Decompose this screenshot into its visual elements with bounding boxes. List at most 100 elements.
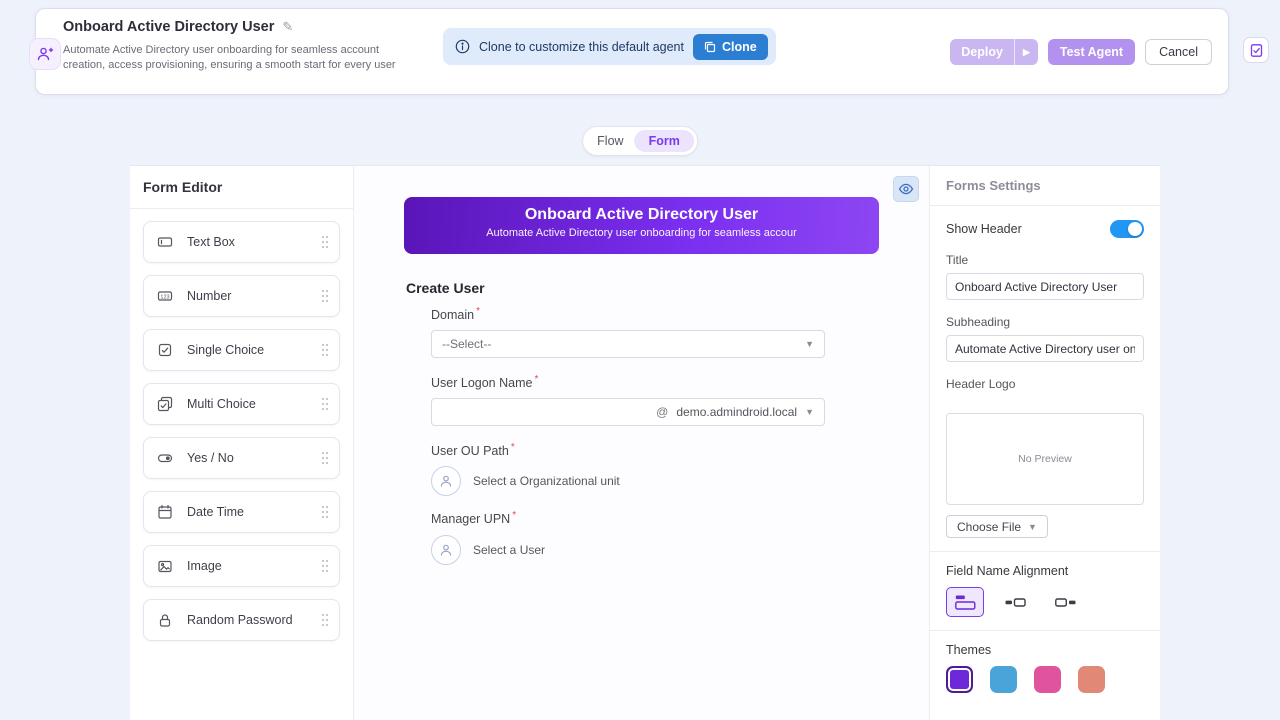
form-fields: Domain* --Select-- ▼ User Logon Name* @ … bbox=[431, 306, 825, 579]
field-item-multi-choice[interactable]: Multi Choice bbox=[143, 383, 340, 425]
drag-handle-icon[interactable] bbox=[321, 289, 329, 303]
field-item-text-box[interactable]: Text Box bbox=[143, 221, 340, 263]
manager-picker[interactable]: Select a User bbox=[431, 535, 825, 565]
no-preview-text: No Preview bbox=[1018, 453, 1072, 465]
number-icon: 123 bbox=[157, 288, 173, 304]
logo-preview-box: No Preview bbox=[946, 413, 1144, 505]
agent-header-card: Onboard Active Directory User ✎ Automate… bbox=[35, 8, 1229, 95]
image-icon bbox=[157, 558, 173, 574]
field-item-label: Multi Choice bbox=[187, 397, 321, 411]
choose-file-button[interactable]: Choose File ▼ bbox=[946, 515, 1048, 538]
required-asterisk: * bbox=[512, 510, 516, 521]
agent-title: Onboard Active Directory User bbox=[63, 19, 274, 35]
deploy-button[interactable]: Deploy ▶ bbox=[950, 39, 1038, 65]
form-editor-title: Form Editor bbox=[130, 166, 353, 209]
drag-handle-icon[interactable] bbox=[321, 235, 329, 249]
drag-handle-icon[interactable] bbox=[321, 505, 329, 519]
clone-banner-text: Clone to customize this default agent bbox=[479, 40, 684, 54]
drag-handle-icon[interactable] bbox=[321, 343, 329, 357]
yes-no-toggle-icon bbox=[157, 450, 173, 466]
field-item-label: Text Box bbox=[187, 235, 321, 249]
field-item-single-choice[interactable]: Single Choice bbox=[143, 329, 340, 371]
deploy-dropdown-arrow-icon[interactable]: ▶ bbox=[1015, 47, 1038, 58]
view-tabs: Flow Form bbox=[582, 126, 698, 156]
user-add-icon bbox=[36, 45, 54, 63]
lock-icon bbox=[157, 612, 173, 628]
field-item-label: Single Choice bbox=[187, 343, 321, 357]
chevron-down-icon: ▼ bbox=[805, 407, 814, 417]
drag-handle-icon[interactable] bbox=[321, 613, 329, 627]
divider bbox=[930, 551, 1160, 552]
required-asterisk: * bbox=[476, 306, 480, 317]
drag-handle-icon[interactable] bbox=[321, 397, 329, 411]
theme-swatch-pink[interactable] bbox=[1034, 666, 1061, 693]
test-agent-button[interactable]: Test Agent bbox=[1048, 39, 1135, 65]
tab-form[interactable]: Form bbox=[635, 130, 694, 152]
clone-banner: Clone to customize this default agent Cl… bbox=[443, 28, 776, 65]
required-asterisk: * bbox=[511, 442, 515, 453]
drag-handle-icon[interactable] bbox=[321, 559, 329, 573]
divider bbox=[930, 630, 1160, 631]
cancel-button[interactable]: Cancel bbox=[1145, 39, 1212, 65]
domain-select[interactable]: --Select-- ▼ bbox=[431, 330, 825, 358]
tab-flow[interactable]: Flow bbox=[586, 130, 634, 152]
themes-label: Themes bbox=[946, 643, 1144, 657]
field-item-random-password[interactable]: Random Password bbox=[143, 599, 340, 641]
align-right-button[interactable] bbox=[1046, 587, 1084, 617]
ou-picker-placeholder: Select a Organizational unit bbox=[473, 474, 620, 488]
logon-name-label: User Logon Name* bbox=[431, 374, 825, 390]
agent-description: Automate Active Directory user onboardin… bbox=[63, 43, 397, 73]
field-alignment-options bbox=[946, 587, 1144, 617]
subheading-label: Subheading bbox=[946, 315, 1144, 329]
domain-label: Domain* bbox=[431, 306, 825, 322]
clone-button[interactable]: Clone bbox=[693, 34, 768, 60]
theme-swatch-purple[interactable] bbox=[946, 666, 973, 693]
field-item-yes-no[interactable]: Yes / No bbox=[143, 437, 340, 479]
forms-settings-panel: Forms Settings Show Header Title Subhead… bbox=[930, 166, 1160, 720]
form-editor-list: Text Box 123 Number Single Choice Multi … bbox=[130, 209, 353, 665]
align-left-button[interactable] bbox=[996, 587, 1034, 617]
field-item-date-time[interactable]: Date Time bbox=[143, 491, 340, 533]
align-top-button[interactable] bbox=[946, 587, 984, 617]
align-top-icon bbox=[955, 595, 976, 610]
copy-icon bbox=[704, 41, 716, 53]
ou-picker[interactable]: Select a Organizational unit bbox=[431, 466, 825, 496]
preview-button[interactable] bbox=[893, 176, 919, 202]
field-item-number[interactable]: 123 Number bbox=[143, 275, 340, 317]
field-alignment-label: Field Name Alignment bbox=[946, 564, 1144, 578]
form-banner-title: Onboard Active Directory User bbox=[404, 206, 879, 224]
logon-name-input[interactable]: @ demo.admindroid.local ▼ bbox=[431, 398, 825, 426]
single-choice-icon bbox=[157, 342, 173, 358]
approvals-panel-button[interactable] bbox=[1243, 37, 1269, 63]
at-sign: @ bbox=[656, 405, 668, 419]
domain-select-value: --Select-- bbox=[442, 337, 491, 351]
textbox-icon bbox=[157, 234, 173, 250]
field-item-label: Random Password bbox=[187, 613, 321, 627]
ou-path-label: User OU Path* bbox=[431, 442, 825, 458]
org-unit-avatar bbox=[431, 466, 461, 496]
title-input[interactable] bbox=[946, 273, 1144, 300]
field-item-label: Image bbox=[187, 559, 321, 573]
form-banner-subtitle: Automate Active Directory user onboardin… bbox=[404, 227, 879, 239]
align-right-icon bbox=[1055, 595, 1076, 610]
form-header-banner: Onboard Active Directory User Automate A… bbox=[404, 197, 879, 254]
manager-upn-label: Manager UPN* bbox=[431, 510, 825, 526]
checklist-icon bbox=[1249, 43, 1264, 58]
person-icon bbox=[439, 543, 453, 557]
chevron-down-icon: ▼ bbox=[805, 339, 814, 349]
drag-handle-icon[interactable] bbox=[321, 451, 329, 465]
theme-swatch-coral[interactable] bbox=[1078, 666, 1105, 693]
show-header-toggle[interactable] bbox=[1110, 220, 1144, 238]
field-item-image[interactable]: Image bbox=[143, 545, 340, 587]
subheading-input[interactable] bbox=[946, 335, 1144, 362]
field-item-label: Date Time bbox=[187, 505, 321, 519]
app-root: Onboard Active Directory User ✎ Automate… bbox=[0, 0, 1280, 720]
upn-domain-value[interactable]: demo.admindroid.local bbox=[676, 405, 797, 419]
multi-choice-icon bbox=[157, 396, 173, 412]
theme-swatch-blue[interactable] bbox=[990, 666, 1017, 693]
manager-picker-placeholder: Select a User bbox=[473, 543, 545, 557]
toggle-knob bbox=[1128, 222, 1142, 236]
edit-pencil-icon[interactable]: ✎ bbox=[282, 19, 293, 35]
align-left-icon bbox=[1005, 595, 1026, 610]
field-item-label: Yes / No bbox=[187, 451, 321, 465]
